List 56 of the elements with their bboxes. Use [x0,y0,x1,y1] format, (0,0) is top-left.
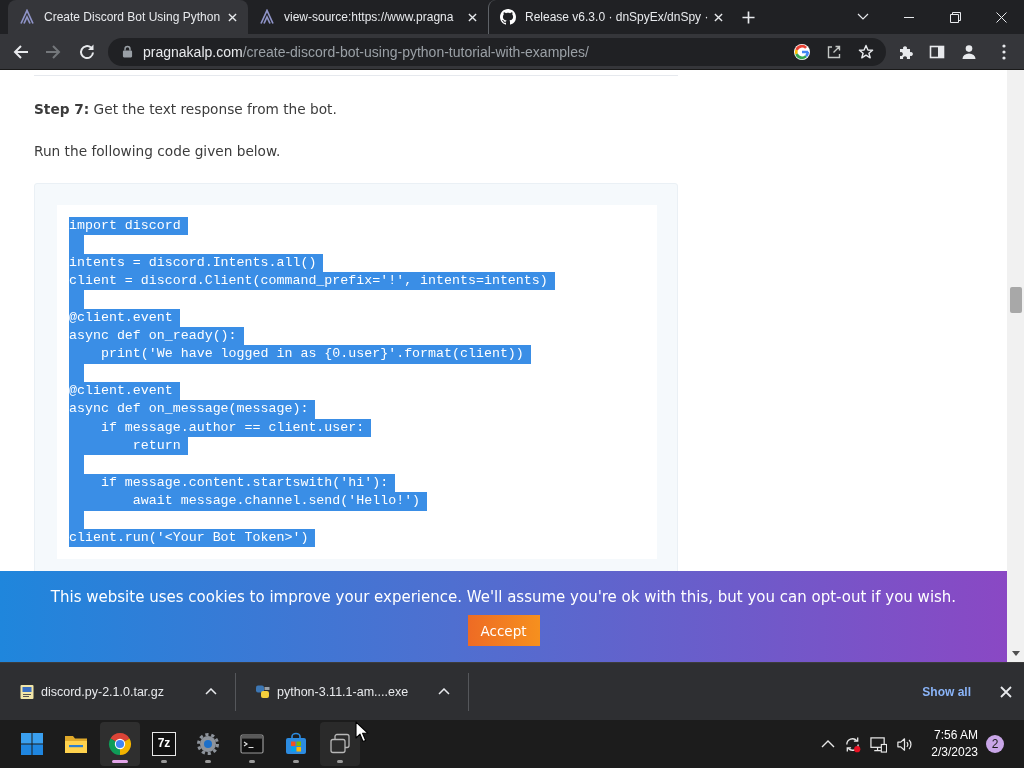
triangle-logo-icon [259,9,275,25]
browser-tab[interactable]: view-source:https://www.pragna [248,0,488,34]
show-all-button[interactable]: Show all [920,680,973,703]
download-item[interactable]: python-3.11.1-am....exe [236,672,469,711]
chevron-down-icon[interactable] [857,13,869,21]
paragraph: Run the following code given below. [34,142,281,161]
chevron-up-icon[interactable] [821,740,836,748]
cat-logo-icon [500,9,516,25]
taskbar-button[interactable] [320,722,360,766]
plus-icon[interactable] [742,10,755,24]
download-item[interactable]: discord.py-2.1.0.tar.gz [0,672,236,711]
reload-icon[interactable] [79,43,95,60]
side-panel-icon[interactable] [929,43,945,60]
taskbar-button[interactable] [100,722,140,766]
triangle-logo-icon [19,9,35,25]
lock-icon [122,45,133,58]
gear-icon [196,732,220,756]
address-bar[interactable]: pragnakalp.com/create-discord-bot-using-python-tutorial-with-examples/ [108,37,886,66]
chrome-logo-icon [108,732,132,756]
person-icon[interactable] [961,43,977,60]
scrollbar[interactable] [1007,70,1024,662]
puzzle-piece-icon[interactable] [898,43,914,60]
taskbar-button[interactable]: 7z [144,722,184,766]
notification-badge[interactable]: 2 [986,735,1004,753]
windows-logo-icon[interactable] [20,732,44,756]
sync-icon[interactable] [844,735,862,753]
installer-package-icon [255,683,271,700]
network-icon[interactable] [870,735,888,753]
clock-date[interactable]: 2/3/2023 [931,744,978,761]
caret-up-icon[interactable] [205,688,217,695]
scrollbar-thumb[interactable] [1009,287,1022,313]
share-icon[interactable] [826,43,842,60]
close-icon[interactable] [1000,685,1012,698]
paragraph: Step 7: Get the text response from the bot. [34,100,337,119]
back-arrow-icon[interactable] [13,43,29,60]
browser-tab[interactable]: Create Discord Bot Using Python [8,0,248,34]
scroll-down-icon[interactable] [1011,651,1020,656]
stacked-windows-icon [328,732,352,756]
g-logo-icon[interactable] [794,43,810,60]
terminal-icon [240,732,264,756]
close-icon[interactable] [714,12,724,22]
mouse-pointer-icon [355,721,369,743]
close-icon[interactable] [468,12,477,22]
cookie-message: This website uses cookies to improve your experience. We'll assume you're ok with this, but you can opt-out if you wish. [50,587,957,607]
close-icon[interactable] [995,11,1007,23]
clock-time[interactable]: 7:56 AM [933,727,978,744]
shopping-bag-icon [284,732,308,756]
caret-up-icon[interactable] [438,688,450,695]
minimize-icon[interactable] [904,16,914,18]
close-icon[interactable] [228,12,237,22]
restore-icon[interactable] [949,11,961,23]
speaker-icon[interactable] [896,735,914,753]
star-icon[interactable] [858,43,874,60]
menu-icon[interactable] [1002,43,1006,60]
archive-file-icon [19,683,35,700]
archiver-app-icon: 7z [152,732,176,756]
